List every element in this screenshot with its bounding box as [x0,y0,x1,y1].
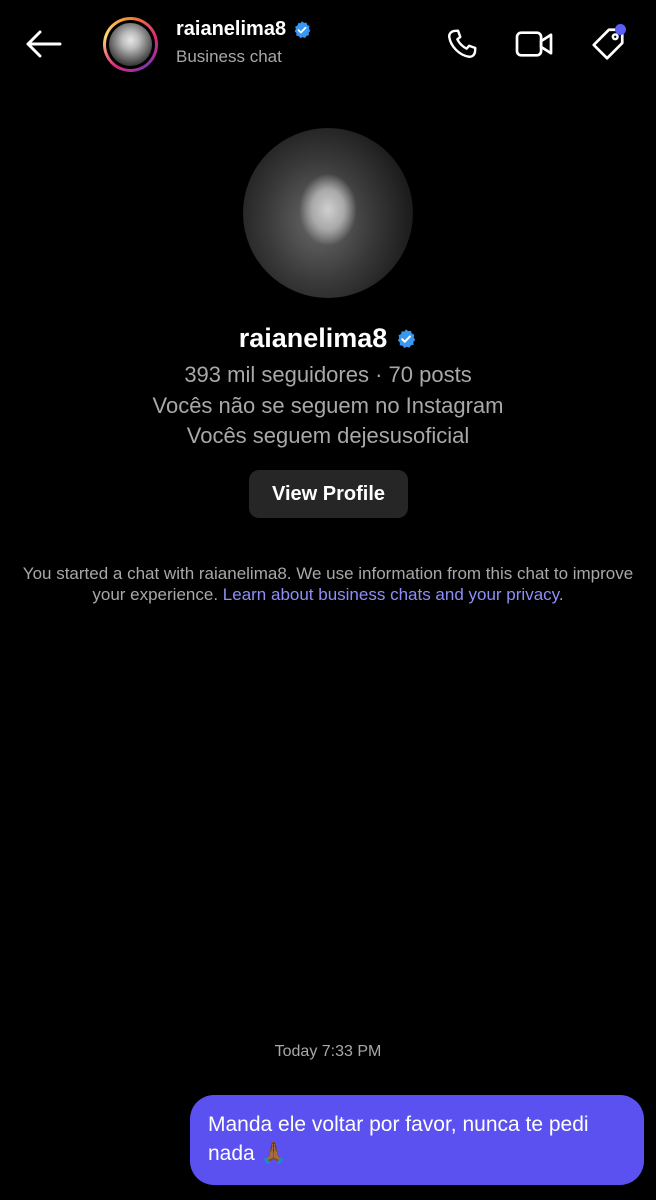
verified-badge-icon [294,20,311,38]
business-chat-notice: You started a chat with raianelima8. We … [20,563,636,605]
verified-badge-icon [398,328,416,348]
notification-dot [615,24,626,35]
notice-end: . [558,585,564,604]
video-camera-icon [515,31,553,57]
message-timestamp: Today 7:33 PM [274,1043,382,1060]
profile-name-row: raianelima8 [0,323,656,354]
view-profile-button[interactable]: View Profile [249,470,408,518]
call-button[interactable] [442,24,482,64]
business-chats-privacy-link[interactable]: Learn about business chats and your priv… [223,585,559,604]
back-button[interactable] [22,24,64,64]
header-username: raianelima8 [176,18,287,40]
mutual-follow: Vocês seguem dejesusoficial [186,423,470,448]
sent-message-bubble[interactable]: Manda ele voltar por favor, nunca te ped… [190,1095,644,1185]
video-call-button[interactable] [514,24,554,64]
phone-icon [448,29,477,58]
header-avatar[interactable] [103,17,158,72]
header-title-block[interactable]: raianelima8 Business chat [176,18,312,67]
profile-name: raianelima8 [238,323,388,353]
tag-button[interactable] [588,24,628,64]
profile-picture[interactable] [243,128,413,298]
header-subtitle: Business chat [176,47,282,66]
profile-stats: 393 mil seguidores · 70 posts [184,362,472,387]
avatar-image [109,23,152,66]
message-text: Manda ele voltar por favor, nunca te ped… [208,1113,589,1165]
arrow-left-icon [26,30,62,58]
follow-status: Vocês não se seguem no Instagram [152,393,504,418]
chat-header: raianelima8 Business chat [0,0,656,90]
